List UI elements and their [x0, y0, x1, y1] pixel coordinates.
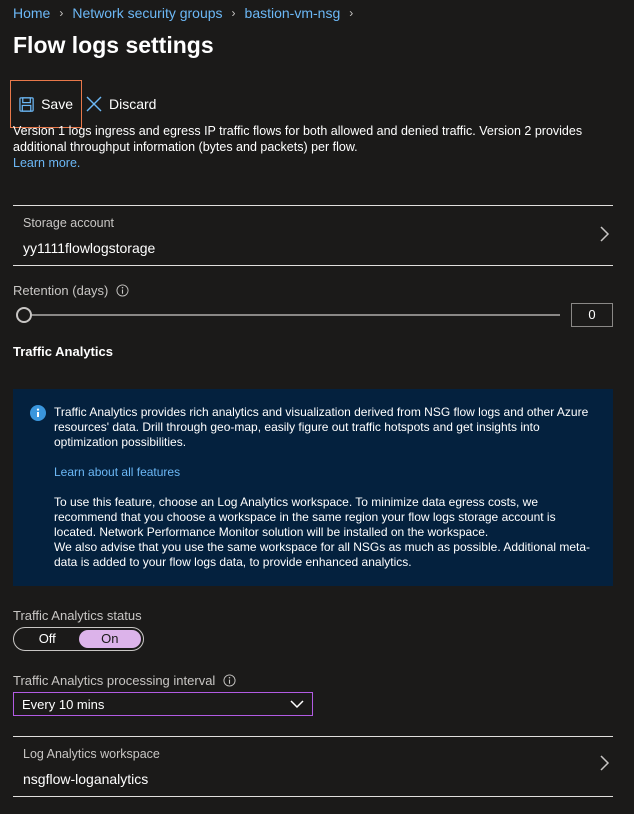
breadcrumb-home[interactable]: Home — [13, 5, 50, 21]
close-icon — [86, 96, 102, 112]
info-icon[interactable] — [223, 674, 236, 687]
learn-about-features-link[interactable]: Learn about all features — [54, 465, 180, 479]
workspace-label: Log Analytics workspace — [23, 747, 160, 761]
storage-account-label: Storage account — [23, 216, 115, 230]
chevron-right-icon: › — [231, 6, 236, 20]
traffic-analytics-heading: Traffic Analytics — [13, 344, 113, 359]
breadcrumb: Home › Network security groups › bastion… — [13, 5, 362, 21]
description-text: Version 1 logs ingress and egress IP tra… — [13, 124, 583, 154]
chevron-right-icon — [600, 226, 610, 242]
save-label: Save — [41, 96, 73, 112]
learn-more-link[interactable]: Learn more. — [13, 156, 80, 170]
info-paragraph-2b: We also advise that you use the same wor… — [54, 540, 591, 569]
info-paragraph-2: To use this feature, choose an Log Analy… — [54, 495, 593, 570]
divider — [13, 265, 613, 266]
chevron-right-icon: › — [59, 6, 64, 20]
info-icon — [30, 405, 46, 421]
command-bar: Save Discard — [10, 80, 164, 128]
retention-slider-track[interactable] — [24, 314, 560, 316]
page-title: Flow logs settings — [13, 32, 214, 58]
breadcrumb-nsg[interactable]: bastion-vm-nsg — [245, 5, 341, 21]
discard-label: Discard — [109, 96, 157, 112]
processing-interval-dropdown[interactable]: Every 10 mins — [13, 692, 313, 716]
save-icon — [19, 96, 34, 112]
info-paragraph-2a: To use this feature, choose an Log Analy… — [54, 495, 556, 539]
chevron-right-icon: › — [349, 6, 354, 20]
discard-button[interactable]: Discard — [82, 80, 164, 128]
chevron-right-icon — [600, 755, 610, 771]
workspace-value: nsgflow-loganalytics — [23, 771, 149, 787]
divider — [13, 736, 613, 737]
storage-account-value: yy1111flowlogstorage — [23, 240, 156, 256]
traffic-analytics-info-box: Traffic Analytics provides rich analytic… — [13, 389, 613, 586]
processing-interval-value: Every 10 mins — [22, 696, 105, 712]
toggle-on-option[interactable]: On — [78, 630, 141, 648]
chevron-down-icon — [290, 699, 304, 708]
retention-slider-thumb[interactable] — [16, 307, 32, 323]
retention-days-input[interactable]: 0 — [571, 303, 613, 327]
retention-label: Retention (days) — [13, 283, 109, 298]
divider — [13, 205, 613, 206]
divider — [13, 796, 613, 797]
breadcrumb-network-security-groups[interactable]: Network security groups — [72, 5, 222, 21]
save-button[interactable]: Save — [10, 80, 82, 128]
toggle-off-option[interactable]: Off — [16, 630, 79, 648]
traffic-analytics-status-toggle[interactable]: Off On — [13, 627, 144, 651]
info-icon[interactable] — [116, 284, 129, 297]
processing-interval-label: Traffic Analytics processing interval — [13, 673, 216, 688]
traffic-analytics-status-label: Traffic Analytics status — [13, 608, 142, 623]
retention-label-group: Retention (days) — [13, 283, 129, 298]
info-paragraph-1: Traffic Analytics provides rich analytic… — [54, 405, 589, 449]
processing-interval-label-group: Traffic Analytics processing interval — [13, 673, 236, 688]
flow-logs-description: Version 1 logs ingress and egress IP tra… — [13, 123, 623, 171]
